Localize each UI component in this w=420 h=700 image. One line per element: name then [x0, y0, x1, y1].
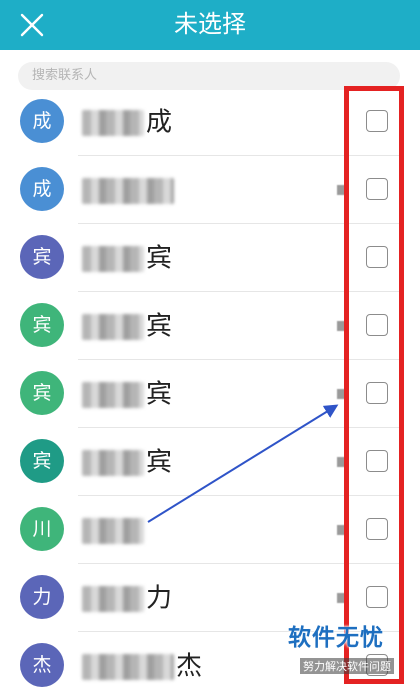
index-mark [337, 525, 345, 535]
contact-row[interactable]: 宾 宾 [0, 428, 420, 496]
name-visible-char: 宾 [146, 243, 173, 274]
avatar: 宾 [20, 371, 64, 415]
page-title: 未选择 [174, 10, 246, 38]
avatar: 杰 [20, 643, 64, 687]
contact-name: 力 [82, 580, 172, 616]
index-mark [337, 593, 345, 603]
avatar: 成 [20, 99, 64, 143]
header-bar: 未选择 [0, 0, 420, 50]
name-visible-char: 力 [146, 583, 173, 614]
contact-name [82, 172, 176, 208]
contact-name: 宾 [82, 444, 172, 480]
watermark-subtitle: 努力解决软件问题 [300, 658, 394, 674]
contact-name: 宾 [82, 376, 172, 412]
avatar: 宾 [20, 303, 64, 347]
contact-name: 成 [82, 104, 172, 140]
avatar: 成 [20, 167, 64, 211]
contact-name [82, 512, 146, 548]
contact-row[interactable]: 宾 宾 [0, 292, 420, 360]
index-mark [337, 389, 345, 399]
avatar: 力 [20, 575, 64, 619]
contact-name: 宾 [82, 308, 172, 344]
contact-name: 宾 [82, 240, 172, 276]
name-visible-char: 宾 [146, 379, 173, 410]
name-visible-char: 宾 [146, 447, 173, 478]
index-mark [337, 185, 345, 195]
contact-row[interactable]: 宾 宾 [0, 224, 420, 292]
avatar: 宾 [20, 235, 64, 279]
watermark: 软件无忧 努力解决软件问题 [288, 618, 418, 682]
index-mark [337, 457, 345, 467]
select-checkbox[interactable] [366, 518, 388, 540]
contact-name: 杰 [82, 648, 202, 684]
watermark-title: 软件无忧 [288, 625, 384, 651]
select-checkbox[interactable] [366, 110, 388, 132]
name-visible-char: 宾 [146, 311, 173, 342]
contact-row[interactable]: 成 [0, 156, 420, 224]
select-checkbox[interactable] [366, 246, 388, 268]
search-input[interactable]: 搜索联系人 [18, 62, 400, 90]
select-checkbox[interactable] [366, 314, 388, 336]
name-visible-char: 成 [146, 107, 173, 138]
contact-row[interactable]: 川 [0, 496, 420, 564]
avatar: 川 [20, 507, 64, 551]
select-checkbox[interactable] [366, 586, 388, 608]
name-visible-char: 杰 [176, 651, 203, 682]
select-checkbox[interactable] [366, 450, 388, 472]
select-checkbox[interactable] [366, 382, 388, 404]
select-checkbox[interactable] [366, 178, 388, 200]
avatar: 宾 [20, 439, 64, 483]
index-mark [337, 321, 345, 331]
contact-row[interactable]: 宾 宾 [0, 360, 420, 428]
contact-row[interactable]: 成 成 [0, 88, 420, 156]
